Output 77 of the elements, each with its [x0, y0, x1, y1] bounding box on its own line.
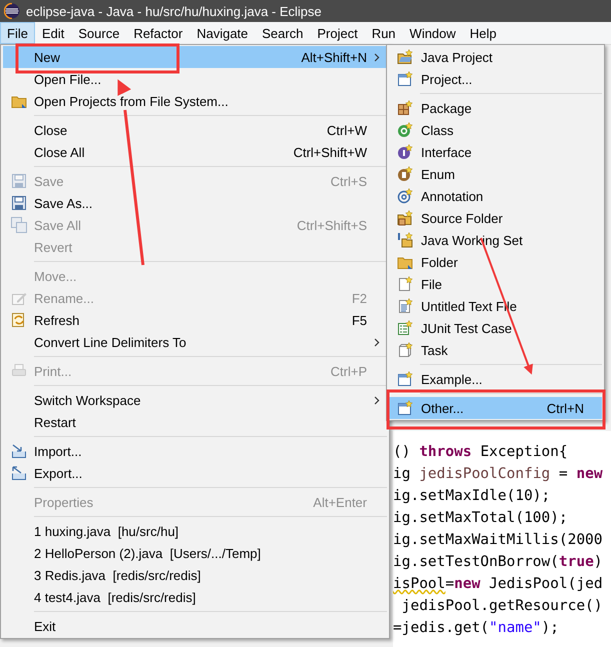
code-line: ig.setTestOnBorrow(true)	[393, 553, 604, 572]
chevron-right-icon	[374, 52, 380, 62]
test-file-icon	[397, 320, 413, 336]
menu-item[interactable]: Annotation	[389, 185, 602, 207]
class-icon	[397, 122, 413, 138]
task-icon	[397, 342, 413, 358]
menu-item[interactable]: Task	[389, 339, 602, 361]
menu-item[interactable]: Example...	[389, 368, 602, 390]
chevron-right-icon	[374, 338, 380, 346]
menu[interactable]: Edit	[34, 22, 72, 44]
menu-item[interactable]: Interface	[389, 141, 602, 163]
menu-item[interactable]: Restart	[3, 411, 387, 433]
code-line: isPool=new JedisPool(jed	[393, 575, 604, 594]
file-icon	[397, 276, 413, 292]
package-folder-icon	[397, 210, 413, 226]
floppy-disks-icon	[10, 217, 26, 233]
eclipse-logo-icon	[4, 3, 20, 19]
menu-item[interactable]: 3 Redis.java [redis/src/redis]	[3, 564, 387, 586]
menu-item[interactable]: Close Ctrl+W	[3, 119, 387, 141]
menu-item[interactable]: Exit	[3, 615, 387, 637]
project-folder-icon	[397, 49, 413, 65]
code-editor[interactable]	[393, 431, 611, 647]
menu-item[interactable]: Other... Ctrl+N	[389, 397, 602, 419]
menu-item[interactable]: File	[389, 273, 602, 295]
window-title: eclipse-java - Java - hu/src/hu/huxing.java - Eclipse	[26, 4, 322, 18]
menu-item[interactable]: Close All Ctrl+Shift+W	[3, 141, 387, 163]
enum-icon	[397, 166, 413, 182]
code-line: ig.setMaxWaitMillis(2000	[393, 531, 604, 550]
menu[interactable]: Navigate	[190, 22, 256, 44]
working-set-icon	[397, 232, 413, 248]
pencil-icon	[10, 290, 26, 306]
menu[interactable]: File	[0, 22, 35, 44]
menu-item[interactable]: Save As...	[3, 192, 387, 214]
menu-item[interactable]: Project...	[389, 68, 602, 90]
text-file-icon	[397, 298, 413, 314]
code-line: () throws Exception{	[393, 443, 569, 462]
menu-item[interactable]: Switch Workspace	[3, 389, 387, 411]
code-line: ig.setMaxTotal(100);	[393, 509, 569, 528]
code-line: jedisPool.getResource()	[400, 597, 604, 616]
menu[interactable]: Refactor	[126, 22, 190, 44]
menu-item[interactable]: Enum	[389, 163, 602, 185]
code-line: =jedis.get("name");	[393, 619, 560, 638]
menu-item[interactable]: Open File...	[3, 68, 387, 90]
chevron-right-icon	[374, 396, 380, 404]
package-icon	[397, 100, 413, 116]
menu-item[interactable]: Convert Line Delimiters To	[3, 331, 387, 353]
menu[interactable]: Help	[462, 22, 504, 44]
export-icon	[10, 465, 26, 481]
menu-item[interactable]: JUnit Test Case	[389, 317, 602, 339]
menu-item[interactable]: Java Working Set	[389, 229, 602, 251]
menu-item[interactable]: New Alt+Shift+N	[3, 46, 387, 68]
menu[interactable]: Run	[364, 22, 403, 44]
menu-item[interactable]: Java Project	[389, 46, 602, 68]
menu-item[interactable]: Folder	[389, 251, 602, 273]
window-icon	[397, 71, 413, 87]
code-line: ig.setMaxIdle(10);	[393, 487, 552, 506]
menu-item[interactable]: 2 HelloPerson (2).java [Users/.../Temp]	[3, 542, 387, 564]
menu[interactable]: Project	[310, 22, 365, 44]
at-sign-icon	[397, 188, 413, 204]
printer-icon	[10, 363, 26, 379]
menu[interactable]: Source	[71, 22, 127, 44]
import-icon	[10, 443, 26, 459]
refresh-icon	[10, 312, 26, 328]
menu[interactable]: Search	[255, 22, 310, 44]
interface-icon	[397, 144, 413, 160]
menu-item[interactable]: 4 test4.java [redis/src/redis]	[3, 586, 387, 608]
menu-item[interactable]: Import...	[3, 440, 387, 462]
menu-item[interactable]: Class	[389, 119, 602, 141]
window-icon	[397, 371, 413, 387]
menu[interactable]: Window	[402, 22, 463, 44]
window-icon	[397, 400, 413, 416]
code-line: ig jedisPoolConfig = new	[393, 465, 604, 484]
menu-item[interactable]: 1 huxing.java [hu/src/hu]	[3, 520, 387, 542]
menu-item[interactable]: Package	[389, 97, 602, 119]
menu-item[interactable]: Open Projects from File System...	[3, 90, 387, 112]
menu-item[interactable]: Source Folder	[389, 207, 602, 229]
menu-item[interactable]: Export...	[3, 462, 387, 484]
